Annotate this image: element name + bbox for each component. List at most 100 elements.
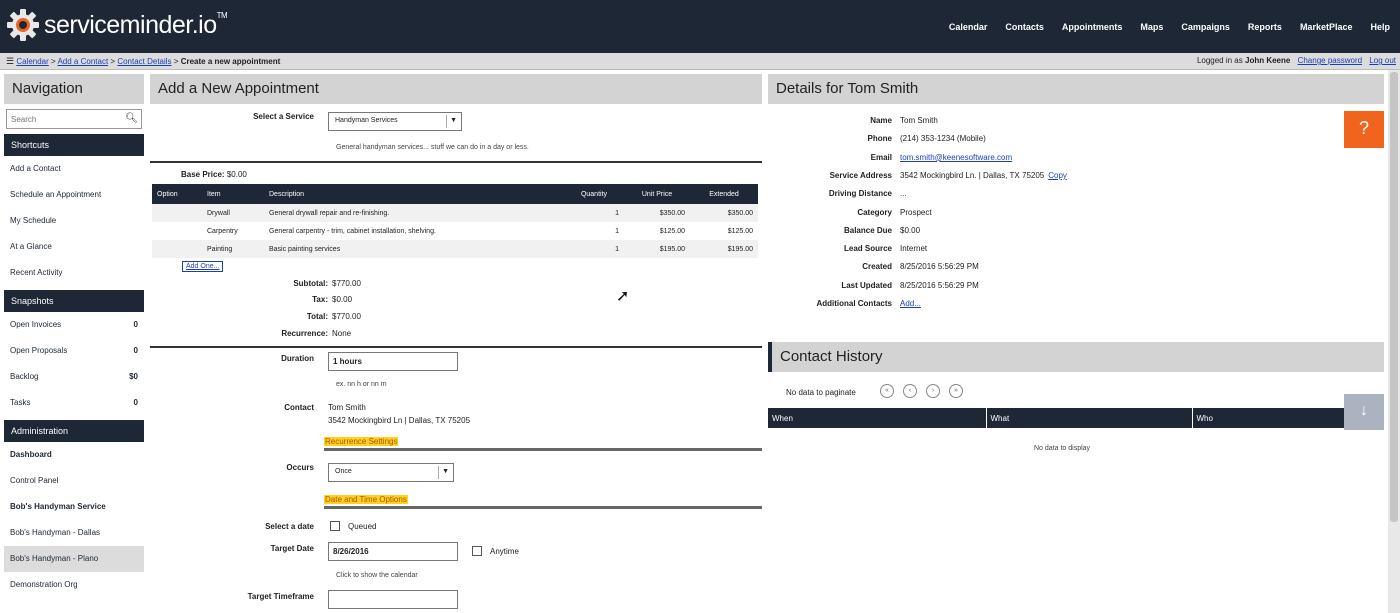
paginate-text: No data to paginate	[786, 388, 856, 397]
topnav-appointments[interactable]: Appointments	[1062, 22, 1123, 32]
duration-input[interactable]: 1 hours	[328, 352, 458, 371]
add-appointment-panel: Add a New Appointment Select a Service H…	[150, 74, 762, 613]
table-row[interactable]: Drywall General drywall repair and re-fin…	[152, 204, 758, 222]
detail-value-name: Tom Smith	[900, 116, 938, 125]
sidebar-item-label: Demonstration Org	[10, 580, 78, 589]
topnav-contacts[interactable]: Contacts	[1005, 22, 1044, 32]
chevron-down-icon: ▼	[442, 468, 449, 475]
sidebar-item-label: Bob's Handyman Service	[10, 502, 106, 511]
table-cell: $195.00	[624, 240, 690, 258]
detail-value-additional-contacts[interactable]: Add...	[900, 299, 921, 308]
breadcrumb-calendar[interactable]: Calendar	[16, 57, 48, 66]
history-header-when[interactable]: When	[768, 408, 987, 428]
table-row[interactable]: Carpentry General carpentry - trim, cabin…	[152, 222, 758, 240]
table-cell: $350.00	[690, 204, 758, 222]
recurrence-label: Recurrence:	[281, 329, 328, 338]
topnav-marketplace[interactable]: MarketPlace	[1300, 22, 1353, 32]
next-page-icon[interactable]: ›	[926, 384, 940, 398]
sidebar-item-label: Tasks	[10, 398, 31, 407]
breadcrumb-current: Create a new appointment	[180, 57, 281, 66]
sidebar-item-at-a-glance[interactable]: At a Glance	[4, 234, 144, 260]
contact-history-table: When What Who	[768, 408, 1384, 428]
change-password-link[interactable]: Change password	[1298, 56, 1362, 65]
detail-label-created: Created	[862, 262, 892, 272]
sidebar-item-backlog[interactable]: Backlog $0	[4, 364, 144, 390]
target-date-input[interactable]: 8/26/2016	[328, 542, 458, 561]
scroll-down-icon[interactable]: ↓	[1344, 394, 1384, 430]
menu-icon[interactable]: ☰	[6, 56, 14, 66]
logout-link[interactable]: Log out	[1369, 56, 1396, 65]
logo-text: serviceminder.ioTM	[44, 10, 228, 39]
table-header-description: Description	[264, 184, 564, 204]
page-scrollbar[interactable]	[1388, 70, 1400, 613]
table-cell: 1	[564, 204, 624, 222]
sidebar-item-label: Open Proposals	[10, 346, 68, 355]
add-one-button[interactable]: Add One...	[182, 261, 224, 272]
detail-label-name: Name	[870, 116, 892, 125]
detail-value-email[interactable]: tom.smith@keenesoftware.com	[900, 153, 1012, 162]
table-cell	[152, 222, 202, 240]
sidebar-item-bob-s-handyman-plano[interactable]: Bob's Handyman - Plano	[4, 546, 144, 572]
breadcrumb-add-contact[interactable]: Add a Contact	[57, 57, 108, 66]
recurrence-value: None	[332, 329, 352, 338]
detail-value-last-updated: 8/25/2016 5:56:29 PM	[900, 280, 979, 290]
table-header-unitprice: Unit Price	[624, 184, 690, 204]
sidebar-item-count: 0	[133, 320, 138, 329]
detail-label-driving-distance: Driving Distance	[828, 189, 892, 199]
detail-link[interactable]: Add...	[900, 299, 921, 308]
table-row[interactable]: Painting Basic painting services 1 $195.00 $…	[152, 240, 758, 258]
table-cell: $125.00	[727, 227, 753, 235]
sidebar-item-dashboard[interactable]: Dashboard	[4, 442, 144, 468]
sidebar-item-open-invoices[interactable]: Open Invoices 0	[4, 312, 144, 338]
search-icon[interactable]: 🔍︎	[125, 113, 138, 124]
target-timeframe-label: Target Timeframe	[247, 592, 314, 601]
occurs-select[interactable]: Once ▼	[328, 463, 454, 482]
breadcrumb-contact-details[interactable]: Contact Details	[117, 57, 171, 66]
scrollbar-thumb[interactable]	[1390, 72, 1398, 522]
sidebar-item-bob-s-handyman-service[interactable]: Bob's Handyman Service	[4, 494, 144, 520]
history-header-what[interactable]: What	[986, 408, 1193, 428]
detail-label-phone: Phone	[867, 134, 892, 144]
detail-link[interactable]: tom.smith@keenesoftware.com	[900, 153, 1012, 162]
prev-page-icon[interactable]: ‹	[903, 384, 917, 398]
topnav-maps[interactable]: Maps	[1140, 22, 1163, 32]
logo[interactable]: serviceminder.ioTM	[6, 8, 228, 42]
sidebar-item-demonstration-org[interactable]: Demonstration Org	[4, 572, 144, 598]
topnav-campaigns[interactable]: Campaigns	[1181, 22, 1230, 32]
anytime-label: Anytime	[490, 547, 519, 556]
detail-value-phone: (214) 353-1234 (Mobile)	[900, 134, 986, 144]
last-page-icon[interactable]: »	[949, 384, 963, 398]
service-select[interactable]: Handyman Services ▼	[328, 112, 462, 131]
subtotal-value: $770.00	[332, 279, 361, 288]
target-timeframe-input[interactable]	[328, 590, 458, 609]
sidebar-item-recent-activity[interactable]: Recent Activity	[4, 260, 144, 286]
anytime-checkbox[interactable]	[472, 546, 482, 556]
topnav-calendar[interactable]: Calendar	[949, 22, 988, 32]
help-button[interactable]: ?	[1344, 111, 1384, 148]
sidebar-item-tasks[interactable]: Tasks 0	[4, 390, 144, 416]
select-date-label: Select a date	[265, 522, 314, 531]
detail-label-additional-contacts: Additional Contacts	[816, 299, 892, 308]
sidebar-item-my-schedule[interactable]: My Schedule	[4, 208, 144, 234]
sidebar-item-label: My Schedule	[10, 216, 57, 225]
copy-address-link[interactable]: Copy	[1048, 171, 1067, 180]
sidebar-item-add-a-contact[interactable]: Add a Contact	[4, 156, 144, 182]
search-input[interactable]	[11, 111, 121, 127]
sidebar-item-open-proposals[interactable]: Open Proposals 0	[4, 338, 144, 364]
occurs-label: Occurs	[286, 463, 314, 472]
sidebar-item-control-panel[interactable]: Control Panel	[4, 468, 144, 494]
topnav-help[interactable]: Help	[1370, 22, 1390, 32]
sidebar-item-schedule-an-appointment[interactable]: Schedule an Appointment	[4, 182, 144, 208]
table-header-extended: Extended	[690, 184, 758, 204]
sidebar-item-label: Schedule an Appointment	[10, 190, 102, 199]
topnav-reports[interactable]: Reports	[1248, 22, 1282, 32]
nav-section-snapshots: Snapshots	[4, 290, 144, 312]
sidebar-item-bob-s-handyman-dallas[interactable]: Bob's Handyman - Dallas	[4, 520, 144, 546]
first-page-icon[interactable]: «	[880, 384, 894, 398]
login-info: Logged in as John Keene Change password …	[1196, 56, 1396, 65]
navigation-panel: Navigation 🔍︎ Shortcuts Add a Contact Sche…	[4, 74, 144, 613]
divider	[324, 448, 762, 451]
detail-value-lead-source: Internet	[900, 244, 928, 254]
queued-checkbox[interactable]	[330, 521, 340, 531]
divider	[150, 346, 762, 348]
